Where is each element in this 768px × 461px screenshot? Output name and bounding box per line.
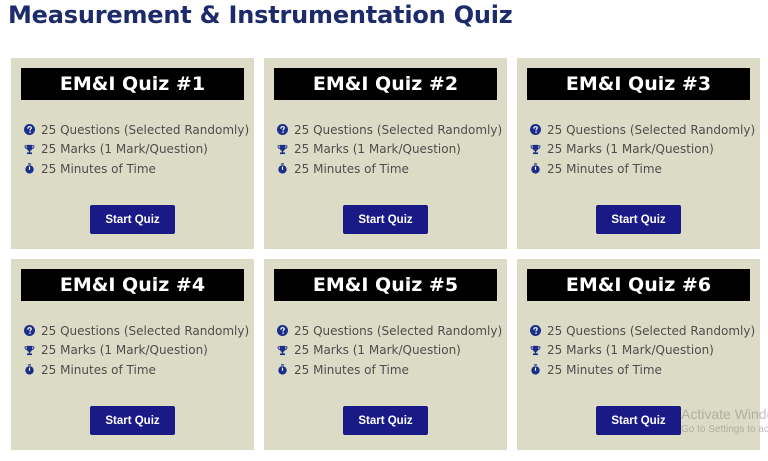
- start-quiz-button[interactable]: Start Quiz: [343, 406, 428, 435]
- quiz-questions-text: 25 Questions (Selected Randomly): [294, 323, 503, 338]
- quiz-card-title: EM&I Quiz #5: [274, 269, 497, 301]
- quiz-questions-text: 25 Questions (Selected Randomly): [41, 323, 250, 338]
- quiz-info-time: 25 Minutes of Time: [530, 360, 755, 380]
- quiz-info-marks: 25 Marks (1 Mark/Question): [530, 341, 755, 361]
- stopwatch-icon: [24, 364, 35, 375]
- quiz-marks-text: 25 Marks (1 Mark/Question): [547, 142, 714, 157]
- quiz-time-text: 25 Minutes of Time: [41, 362, 156, 377]
- start-quiz-button[interactable]: Start Quiz: [596, 406, 681, 435]
- quiz-info-list: 25 Questions (Selected Randomly) 25 Mark…: [24, 321, 249, 380]
- question-circle-icon: [530, 325, 541, 337]
- stopwatch-icon: [530, 364, 541, 375]
- stopwatch-icon: [277, 364, 288, 375]
- quiz-card: EM&I Quiz #2 25 Questions (Selected Rand…: [264, 58, 507, 249]
- trophy-icon: [530, 345, 541, 356]
- quiz-card-title: EM&I Quiz #3: [527, 68, 750, 100]
- quiz-time-text: 25 Minutes of Time: [547, 161, 662, 176]
- quiz-time-text: 25 Minutes of Time: [41, 161, 156, 176]
- stopwatch-icon: [24, 163, 35, 174]
- quiz-questions-text: 25 Questions (Selected Randomly): [294, 122, 503, 137]
- quiz-info-questions: 25 Questions (Selected Randomly): [277, 120, 502, 140]
- quiz-info-questions: 25 Questions (Selected Randomly): [530, 321, 755, 341]
- quiz-info-time: 25 Minutes of Time: [24, 159, 249, 179]
- quiz-card-title: EM&I Quiz #6: [527, 269, 750, 301]
- quiz-info-questions: 25 Questions (Selected Randomly): [277, 321, 502, 341]
- trophy-icon: [530, 144, 541, 155]
- quiz-card: EM&I Quiz #4 25 Questions (Selected Rand…: [11, 259, 254, 450]
- quiz-marks-text: 25 Marks (1 Mark/Question): [294, 343, 461, 358]
- quiz-marks-text: 25 Marks (1 Mark/Question): [41, 142, 208, 157]
- quiz-time-text: 25 Minutes of Time: [294, 161, 409, 176]
- quiz-info-marks: 25 Marks (1 Mark/Question): [24, 341, 249, 361]
- quiz-info-time: 25 Minutes of Time: [24, 360, 249, 380]
- quiz-marks-text: 25 Marks (1 Mark/Question): [41, 343, 208, 358]
- quiz-questions-text: 25 Questions (Selected Randomly): [41, 122, 250, 137]
- quiz-info-list: 25 Questions (Selected Randomly) 25 Mark…: [530, 321, 755, 380]
- quiz-info-marks: 25 Marks (1 Mark/Question): [277, 140, 502, 160]
- quiz-card: EM&I Quiz #1 25 Questions (Selected Rand…: [11, 58, 254, 249]
- quiz-info-list: 25 Questions (Selected Randomly) 25 Mark…: [24, 120, 249, 179]
- start-quiz-button[interactable]: Start Quiz: [343, 205, 428, 234]
- quiz-info-list: 25 Questions (Selected Randomly) 25 Mark…: [277, 321, 502, 380]
- quiz-info-questions: 25 Questions (Selected Randomly): [24, 321, 249, 341]
- watermark-line2: Go to Settings to activate Windows.: [681, 424, 768, 435]
- quiz-info-time: 25 Minutes of Time: [277, 159, 502, 179]
- quiz-info-time: 25 Minutes of Time: [530, 159, 755, 179]
- start-quiz-button[interactable]: Start Quiz: [90, 205, 175, 234]
- quiz-card-title: EM&I Quiz #1: [21, 68, 244, 100]
- quiz-questions-text: 25 Questions (Selected Randomly): [547, 122, 756, 137]
- quiz-time-text: 25 Minutes of Time: [294, 362, 409, 377]
- question-circle-icon: [24, 325, 35, 337]
- quiz-info-marks: 25 Marks (1 Mark/Question): [277, 341, 502, 361]
- trophy-icon: [24, 144, 35, 155]
- activate-windows-watermark: Activate Windows Go to Settings to activ…: [681, 406, 768, 437]
- quiz-marks-text: 25 Marks (1 Mark/Question): [547, 343, 714, 358]
- trophy-icon: [277, 345, 288, 356]
- quiz-card: EM&I Quiz #3 25 Questions (Selected Rand…: [517, 58, 760, 249]
- question-circle-icon: [277, 325, 288, 337]
- watermark-line1: Activate Windows: [681, 406, 768, 422]
- quiz-grid: EM&I Quiz #1 25 Questions (Selected Rand…: [11, 58, 760, 450]
- quiz-marks-text: 25 Marks (1 Mark/Question): [294, 142, 461, 157]
- quiz-card: EM&I Quiz #5 25 Questions (Selected Rand…: [264, 259, 507, 450]
- quiz-time-text: 25 Minutes of Time: [547, 362, 662, 377]
- stopwatch-icon: [530, 163, 541, 174]
- quiz-info-list: 25 Questions (Selected Randomly) 25 Mark…: [530, 120, 755, 179]
- quiz-questions-text: 25 Questions (Selected Randomly): [547, 323, 756, 338]
- question-circle-icon: [277, 124, 288, 136]
- start-quiz-button[interactable]: Start Quiz: [596, 205, 681, 234]
- stopwatch-icon: [277, 163, 288, 174]
- quiz-info-time: 25 Minutes of Time: [277, 360, 502, 380]
- start-quiz-button[interactable]: Start Quiz: [90, 406, 175, 435]
- quiz-info-list: 25 Questions (Selected Randomly) 25 Mark…: [277, 120, 502, 179]
- question-circle-icon: [530, 124, 541, 136]
- page-title: Measurement & Instrumentation Quiz: [8, 1, 513, 29]
- quiz-info-questions: 25 Questions (Selected Randomly): [530, 120, 755, 140]
- trophy-icon: [24, 345, 35, 356]
- quiz-card-title: EM&I Quiz #2: [274, 68, 497, 100]
- quiz-info-marks: 25 Marks (1 Mark/Question): [24, 140, 249, 160]
- quiz-card-title: EM&I Quiz #4: [21, 269, 244, 301]
- trophy-icon: [277, 144, 288, 155]
- quiz-info-marks: 25 Marks (1 Mark/Question): [530, 140, 755, 160]
- question-circle-icon: [24, 124, 35, 136]
- quiz-info-questions: 25 Questions (Selected Randomly): [24, 120, 249, 140]
